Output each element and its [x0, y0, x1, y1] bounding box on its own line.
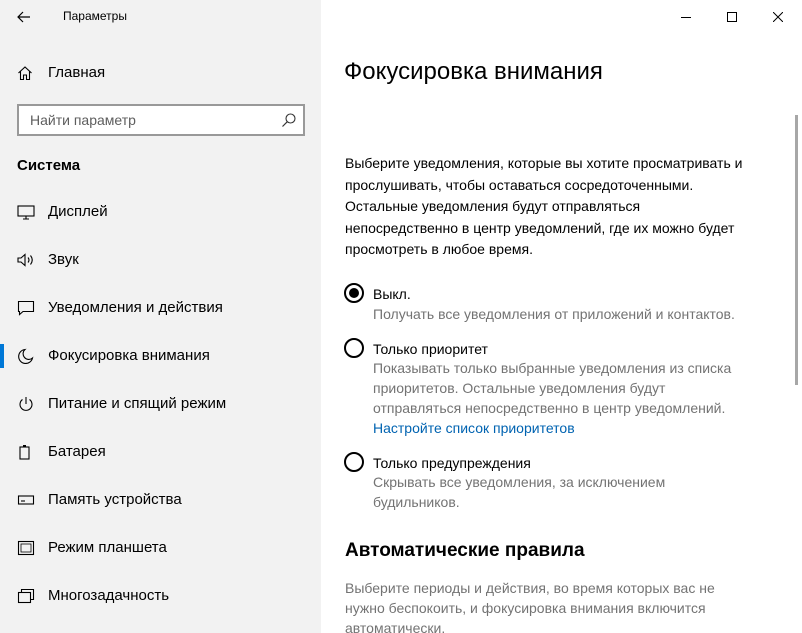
- sidebar-item-label: Память устройства: [48, 491, 182, 508]
- search-box[interactable]: [17, 104, 305, 136]
- sidebar-item-notifications[interactable]: Уведомления и действия: [0, 288, 321, 328]
- sidebar-item-sound[interactable]: Звук: [0, 240, 321, 280]
- option-priority-description: Показывать только выбранные уведомления …: [373, 360, 732, 416]
- option-alarms-label[interactable]: Только предупреждения: [373, 455, 531, 471]
- option-off-label[interactable]: Выкл.: [373, 286, 411, 302]
- settings-sidebar: Параметры Главная Система Дисплей Звук: [0, 0, 321, 633]
- intro-text: Выберите уведомления, которые вы хотите …: [345, 155, 743, 257]
- page-title: Фокусировка внимания: [344, 58, 603, 85]
- close-button[interactable]: [755, 0, 801, 33]
- scrollbar[interactable]: [795, 115, 798, 385]
- sidebar-item-power-sleep[interactable]: Питание и спящий режим: [0, 384, 321, 424]
- moon-icon: [18, 348, 34, 364]
- back-arrow-icon: [17, 11, 30, 22]
- option-priority-label[interactable]: Только приоритет: [373, 341, 488, 357]
- power-icon: [19, 397, 33, 411]
- home-nav-item[interactable]: Главная: [0, 57, 321, 89]
- automatic-rules-description: Выберите периоды и действия, во время ко…: [345, 580, 715, 633]
- sidebar-item-label: Многозадачность: [48, 587, 170, 604]
- storage-icon: [17, 495, 35, 505]
- tablet-icon: [17, 540, 35, 556]
- maximize-button[interactable]: [709, 0, 755, 33]
- sidebar-item-display[interactable]: Дисплей: [0, 192, 321, 232]
- monitor-icon: [17, 205, 35, 220]
- option-alarms-description: Скрывать все уведомления, за исключением…: [373, 474, 666, 510]
- sidebar-item-label: Батарея: [48, 443, 106, 460]
- minimize-button[interactable]: [663, 0, 709, 33]
- section-title: Система: [17, 157, 81, 174]
- message-icon: [17, 300, 35, 316]
- close-icon: [773, 11, 783, 22]
- sidebar-item-battery[interactable]: Батарея: [0, 432, 321, 472]
- option-off-description: Получать все уведомления от приложений и…: [373, 306, 735, 322]
- radio-alarms-only[interactable]: [344, 452, 364, 472]
- home-label: Главная: [48, 64, 106, 81]
- speaker-icon: [17, 253, 33, 267]
- sidebar-item-label: Режим планшета: [48, 539, 167, 556]
- battery-icon: [19, 445, 30, 460]
- app-title: Параметры: [63, 9, 127, 23]
- home-icon: [18, 66, 32, 81]
- sidebar-item-label: Уведомления и действия: [48, 299, 223, 316]
- back-button[interactable]: [0, 0, 48, 33]
- sidebar-item-tablet-mode[interactable]: Режим планшета: [0, 528, 321, 568]
- sidebar-item-label: Питание и спящий режим: [48, 395, 227, 412]
- sidebar-item-label: Фокусировка внимания: [48, 347, 210, 364]
- minimize-icon: [681, 16, 691, 18]
- active-indicator: [0, 344, 4, 368]
- sidebar-item-multitasking[interactable]: Многозадачность: [0, 576, 321, 616]
- multitask-icon: [17, 588, 35, 604]
- customize-priority-list-link[interactable]: Настройте список приоритетов: [373, 420, 575, 436]
- sidebar-item-storage[interactable]: Память устройства: [0, 480, 321, 520]
- title-bar: Параметры: [0, 0, 321, 33]
- radio-priority-only[interactable]: [344, 338, 364, 358]
- sidebar-item-focus-assist[interactable]: Фокусировка внимания: [0, 336, 321, 376]
- search-icon[interactable]: [281, 112, 297, 128]
- search-input[interactable]: [19, 106, 269, 134]
- sidebar-item-label: Звук: [48, 251, 79, 268]
- maximize-icon: [727, 11, 737, 22]
- radio-off[interactable]: [344, 283, 364, 303]
- automatic-rules-title: Автоматические правила: [345, 540, 585, 561]
- sidebar-item-label: Дисплей: [48, 203, 108, 220]
